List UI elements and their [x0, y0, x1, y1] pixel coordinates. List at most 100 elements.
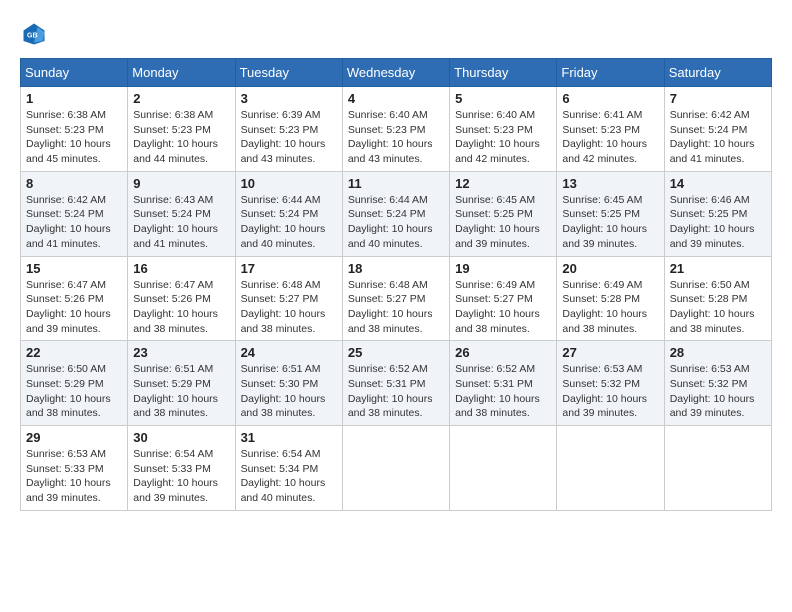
- calendar-day-cell: 9 Sunrise: 6:43 AMSunset: 5:24 PMDayligh…: [128, 171, 235, 256]
- logo-icon: GB: [20, 20, 48, 48]
- day-info: Sunrise: 6:41 AMSunset: 5:23 PMDaylight:…: [562, 109, 647, 165]
- calendar-day-cell: 8 Sunrise: 6:42 AMSunset: 5:24 PMDayligh…: [21, 171, 128, 256]
- calendar-week-row: 8 Sunrise: 6:42 AMSunset: 5:24 PMDayligh…: [21, 171, 772, 256]
- calendar-header-row: SundayMondayTuesdayWednesdayThursdayFrid…: [21, 59, 772, 87]
- calendar-day-cell: 4 Sunrise: 6:40 AMSunset: 5:23 PMDayligh…: [342, 87, 449, 172]
- day-info: Sunrise: 6:53 AMSunset: 5:33 PMDaylight:…: [26, 448, 111, 504]
- calendar-empty-cell: [450, 426, 557, 511]
- day-number: 18: [348, 261, 444, 276]
- day-number: 22: [26, 345, 122, 360]
- day-number: 23: [133, 345, 229, 360]
- calendar-day-cell: 11 Sunrise: 6:44 AMSunset: 5:24 PMDaylig…: [342, 171, 449, 256]
- calendar-day-cell: 16 Sunrise: 6:47 AMSunset: 5:26 PMDaylig…: [128, 256, 235, 341]
- calendar-day-cell: 13 Sunrise: 6:45 AMSunset: 5:25 PMDaylig…: [557, 171, 664, 256]
- day-info: Sunrise: 6:40 AMSunset: 5:23 PMDaylight:…: [348, 109, 433, 165]
- day-info: Sunrise: 6:45 AMSunset: 5:25 PMDaylight:…: [455, 194, 540, 250]
- day-number: 8: [26, 176, 122, 191]
- day-info: Sunrise: 6:48 AMSunset: 5:27 PMDaylight:…: [348, 279, 433, 335]
- calendar-empty-cell: [557, 426, 664, 511]
- day-number: 20: [562, 261, 658, 276]
- day-number: 9: [133, 176, 229, 191]
- day-number: 16: [133, 261, 229, 276]
- day-info: Sunrise: 6:49 AMSunset: 5:28 PMDaylight:…: [562, 279, 647, 335]
- logo: GB: [20, 20, 52, 48]
- day-number: 11: [348, 176, 444, 191]
- day-number: 1: [26, 91, 122, 106]
- calendar-week-row: 29 Sunrise: 6:53 AMSunset: 5:33 PMDaylig…: [21, 426, 772, 511]
- calendar-day-cell: 25 Sunrise: 6:52 AMSunset: 5:31 PMDaylig…: [342, 341, 449, 426]
- day-info: Sunrise: 6:43 AMSunset: 5:24 PMDaylight:…: [133, 194, 218, 250]
- day-info: Sunrise: 6:44 AMSunset: 5:24 PMDaylight:…: [348, 194, 433, 250]
- calendar-week-row: 1 Sunrise: 6:38 AMSunset: 5:23 PMDayligh…: [21, 87, 772, 172]
- calendar-day-cell: 7 Sunrise: 6:42 AMSunset: 5:24 PMDayligh…: [664, 87, 771, 172]
- calendar-day-cell: 20 Sunrise: 6:49 AMSunset: 5:28 PMDaylig…: [557, 256, 664, 341]
- day-number: 13: [562, 176, 658, 191]
- day-info: Sunrise: 6:53 AMSunset: 5:32 PMDaylight:…: [670, 363, 755, 419]
- calendar-day-cell: 3 Sunrise: 6:39 AMSunset: 5:23 PMDayligh…: [235, 87, 342, 172]
- day-header-saturday: Saturday: [664, 59, 771, 87]
- calendar-day-cell: 14 Sunrise: 6:46 AMSunset: 5:25 PMDaylig…: [664, 171, 771, 256]
- calendar-day-cell: 23 Sunrise: 6:51 AMSunset: 5:29 PMDaylig…: [128, 341, 235, 426]
- day-info: Sunrise: 6:50 AMSunset: 5:28 PMDaylight:…: [670, 279, 755, 335]
- day-info: Sunrise: 6:51 AMSunset: 5:30 PMDaylight:…: [241, 363, 326, 419]
- calendar-week-row: 15 Sunrise: 6:47 AMSunset: 5:26 PMDaylig…: [21, 256, 772, 341]
- day-number: 12: [455, 176, 551, 191]
- day-number: 4: [348, 91, 444, 106]
- day-number: 28: [670, 345, 766, 360]
- calendar-day-cell: 22 Sunrise: 6:50 AMSunset: 5:29 PMDaylig…: [21, 341, 128, 426]
- day-info: Sunrise: 6:52 AMSunset: 5:31 PMDaylight:…: [348, 363, 433, 419]
- day-number: 14: [670, 176, 766, 191]
- day-number: 29: [26, 430, 122, 445]
- calendar-week-row: 22 Sunrise: 6:50 AMSunset: 5:29 PMDaylig…: [21, 341, 772, 426]
- calendar-day-cell: 6 Sunrise: 6:41 AMSunset: 5:23 PMDayligh…: [557, 87, 664, 172]
- day-info: Sunrise: 6:40 AMSunset: 5:23 PMDaylight:…: [455, 109, 540, 165]
- day-info: Sunrise: 6:51 AMSunset: 5:29 PMDaylight:…: [133, 363, 218, 419]
- calendar-day-cell: 1 Sunrise: 6:38 AMSunset: 5:23 PMDayligh…: [21, 87, 128, 172]
- day-number: 30: [133, 430, 229, 445]
- day-header-thursday: Thursday: [450, 59, 557, 87]
- day-number: 15: [26, 261, 122, 276]
- calendar-day-cell: 31 Sunrise: 6:54 AMSunset: 5:34 PMDaylig…: [235, 426, 342, 511]
- day-number: 31: [241, 430, 337, 445]
- calendar-day-cell: 26 Sunrise: 6:52 AMSunset: 5:31 PMDaylig…: [450, 341, 557, 426]
- day-number: 3: [241, 91, 337, 106]
- day-header-friday: Friday: [557, 59, 664, 87]
- day-number: 26: [455, 345, 551, 360]
- day-header-tuesday: Tuesday: [235, 59, 342, 87]
- calendar-day-cell: 17 Sunrise: 6:48 AMSunset: 5:27 PMDaylig…: [235, 256, 342, 341]
- calendar-day-cell: 2 Sunrise: 6:38 AMSunset: 5:23 PMDayligh…: [128, 87, 235, 172]
- day-header-wednesday: Wednesday: [342, 59, 449, 87]
- calendar-day-cell: 30 Sunrise: 6:54 AMSunset: 5:33 PMDaylig…: [128, 426, 235, 511]
- day-number: 2: [133, 91, 229, 106]
- day-number: 19: [455, 261, 551, 276]
- day-info: Sunrise: 6:39 AMSunset: 5:23 PMDaylight:…: [241, 109, 326, 165]
- calendar-empty-cell: [664, 426, 771, 511]
- calendar-day-cell: 24 Sunrise: 6:51 AMSunset: 5:30 PMDaylig…: [235, 341, 342, 426]
- calendar-day-cell: 21 Sunrise: 6:50 AMSunset: 5:28 PMDaylig…: [664, 256, 771, 341]
- day-info: Sunrise: 6:53 AMSunset: 5:32 PMDaylight:…: [562, 363, 647, 419]
- day-header-sunday: Sunday: [21, 59, 128, 87]
- day-info: Sunrise: 6:38 AMSunset: 5:23 PMDaylight:…: [26, 109, 111, 165]
- day-info: Sunrise: 6:54 AMSunset: 5:33 PMDaylight:…: [133, 448, 218, 504]
- day-info: Sunrise: 6:47 AMSunset: 5:26 PMDaylight:…: [133, 279, 218, 335]
- day-info: Sunrise: 6:48 AMSunset: 5:27 PMDaylight:…: [241, 279, 326, 335]
- calendar-day-cell: 19 Sunrise: 6:49 AMSunset: 5:27 PMDaylig…: [450, 256, 557, 341]
- calendar-day-cell: 29 Sunrise: 6:53 AMSunset: 5:33 PMDaylig…: [21, 426, 128, 511]
- day-info: Sunrise: 6:42 AMSunset: 5:24 PMDaylight:…: [670, 109, 755, 165]
- svg-text:GB: GB: [27, 33, 38, 40]
- calendar-empty-cell: [342, 426, 449, 511]
- calendar-day-cell: 10 Sunrise: 6:44 AMSunset: 5:24 PMDaylig…: [235, 171, 342, 256]
- day-number: 25: [348, 345, 444, 360]
- day-number: 17: [241, 261, 337, 276]
- calendar-day-cell: 27 Sunrise: 6:53 AMSunset: 5:32 PMDaylig…: [557, 341, 664, 426]
- day-info: Sunrise: 6:47 AMSunset: 5:26 PMDaylight:…: [26, 279, 111, 335]
- day-info: Sunrise: 6:50 AMSunset: 5:29 PMDaylight:…: [26, 363, 111, 419]
- calendar-table: SundayMondayTuesdayWednesdayThursdayFrid…: [20, 58, 772, 511]
- day-info: Sunrise: 6:54 AMSunset: 5:34 PMDaylight:…: [241, 448, 326, 504]
- calendar-day-cell: 15 Sunrise: 6:47 AMSunset: 5:26 PMDaylig…: [21, 256, 128, 341]
- day-info: Sunrise: 6:38 AMSunset: 5:23 PMDaylight:…: [133, 109, 218, 165]
- day-number: 7: [670, 91, 766, 106]
- day-info: Sunrise: 6:45 AMSunset: 5:25 PMDaylight:…: [562, 194, 647, 250]
- day-number: 5: [455, 91, 551, 106]
- day-info: Sunrise: 6:49 AMSunset: 5:27 PMDaylight:…: [455, 279, 540, 335]
